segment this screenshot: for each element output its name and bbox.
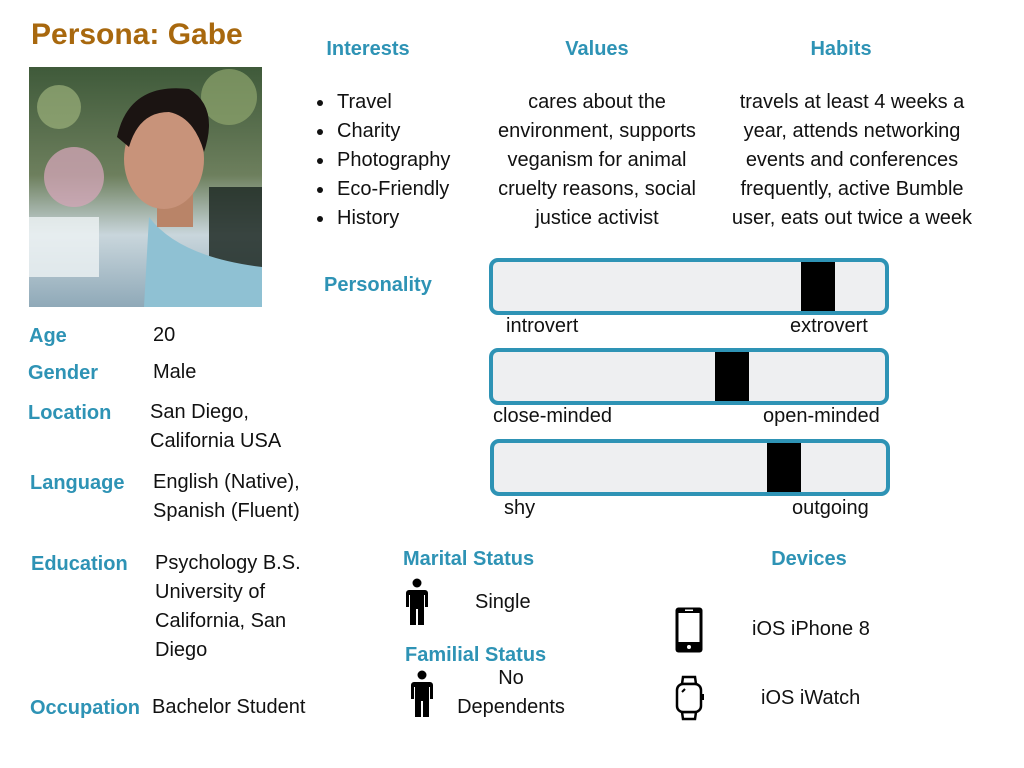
- habits-heading: Habits: [810, 38, 872, 60]
- habits-text: travels at least 4 weeks a year, attends…: [731, 91, 973, 229]
- smartphone-icon: [674, 606, 704, 654]
- interest-item: History: [335, 204, 450, 233]
- personality-heading: Personality: [324, 274, 432, 296]
- scale-right-label: extrovert: [790, 315, 868, 337]
- education-label: Education: [31, 553, 128, 575]
- interests-list: Travel Charity Photography Eco-Friendly …: [312, 88, 450, 233]
- gender-label: Gender: [28, 362, 99, 384]
- marital-status-heading: Marital Status: [403, 548, 535, 570]
- interest-item: Photography: [335, 146, 450, 175]
- language-label: Language: [30, 472, 125, 494]
- occupation-value: Bachelor Student: [152, 696, 306, 718]
- location-label: Location: [28, 402, 112, 424]
- values-text: cares about the environment, supports ve…: [498, 91, 696, 229]
- occupation-label: Occupation: [30, 697, 141, 719]
- gender-value: Male: [153, 361, 197, 383]
- age-value: 20: [153, 324, 176, 346]
- location-value: San Diego, California USA: [150, 401, 282, 452]
- device-label: iOS iWatch: [761, 687, 861, 709]
- persona-photo: [29, 67, 262, 307]
- personality-scale-sociability: [490, 439, 890, 496]
- interest-item: Travel: [335, 88, 450, 117]
- scale-right-label: open-minded: [763, 405, 880, 427]
- device-label: iOS iPhone 8: [752, 618, 870, 640]
- personality-scale-openness: [489, 348, 889, 405]
- language-value: English (Native), Spanish (Fluent): [153, 471, 300, 522]
- person-icon: [410, 670, 434, 718]
- page-title: Persona: Gabe: [31, 18, 243, 51]
- interest-item: Charity: [335, 117, 450, 146]
- interests-heading: Interests: [326, 38, 410, 60]
- portrait-image: [29, 67, 262, 307]
- marital-status-value: Single: [475, 591, 531, 613]
- smartwatch-icon: [674, 675, 706, 721]
- scale-marker: [801, 262, 835, 311]
- education-value: Psychology B.S. University of California…: [155, 552, 301, 661]
- scale-marker: [715, 352, 749, 401]
- personality-scale-extroversion: [489, 258, 889, 315]
- scale-right-label: outgoing: [792, 497, 869, 519]
- scale-marker: [767, 443, 801, 492]
- familial-status-value: No Dependents: [457, 667, 565, 718]
- scale-left-label: introvert: [506, 315, 579, 337]
- values-heading: Values: [565, 38, 629, 60]
- scale-left-label: close-minded: [493, 405, 612, 427]
- interest-item: Eco-Friendly: [335, 175, 450, 204]
- devices-heading: Devices: [771, 548, 847, 570]
- person-icon: [405, 578, 429, 626]
- scale-left-label: shy: [504, 497, 536, 519]
- age-label: Age: [29, 325, 67, 347]
